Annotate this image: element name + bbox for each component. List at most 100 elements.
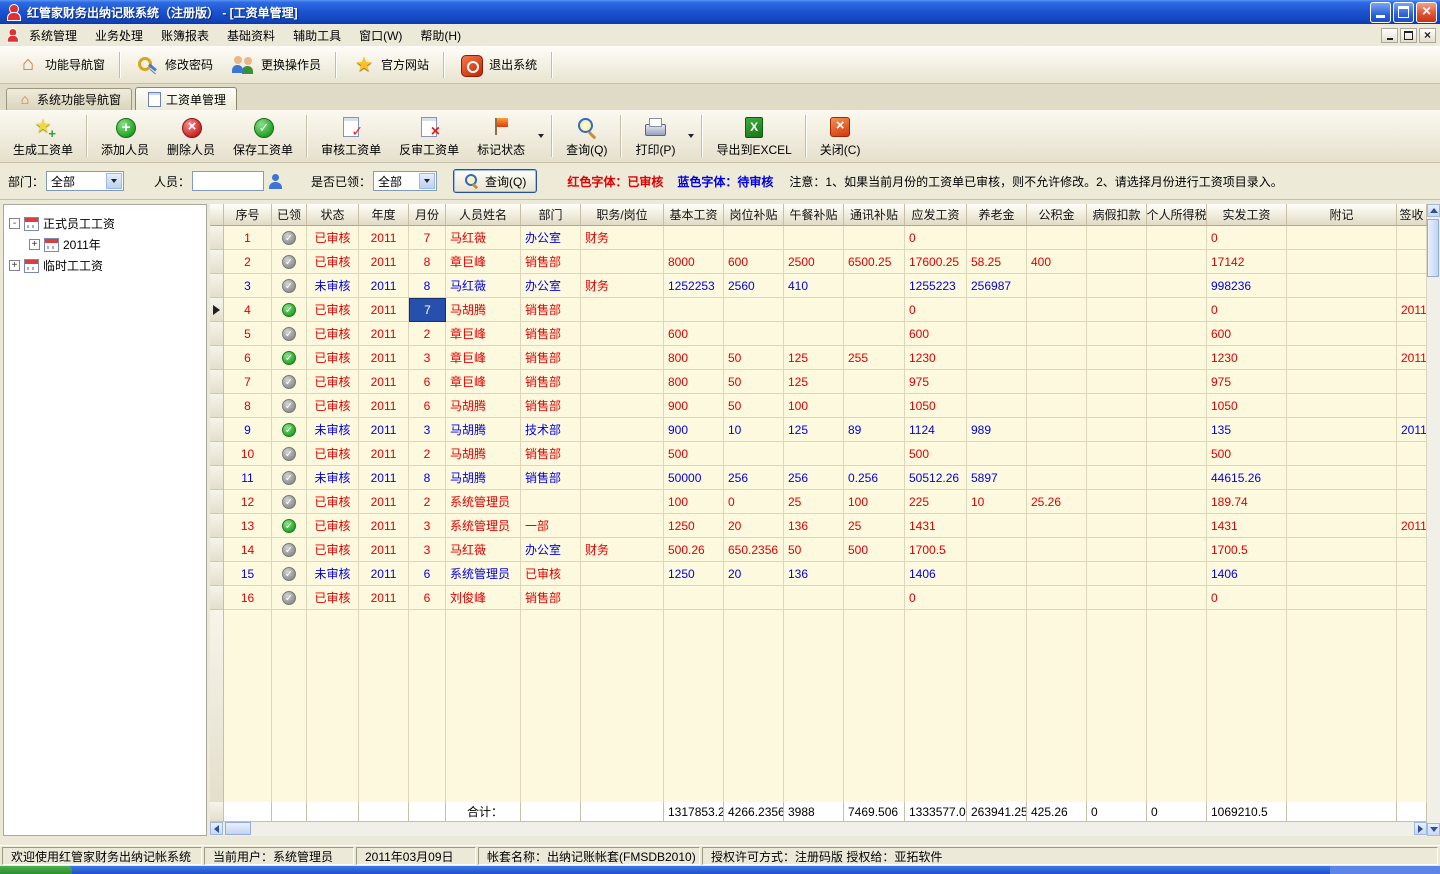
cell-no[interactable]: 13 [224, 514, 272, 538]
cell-job[interactable] [581, 586, 664, 610]
toolbar-button[interactable]: 审核工资单 [312, 113, 390, 160]
cell-pension[interactable] [967, 394, 1027, 418]
cell-net[interactable]: 1700.5 [1207, 538, 1287, 562]
cell-dept[interactable]: 销售部 [521, 586, 581, 610]
cell-received[interactable]: ✓ [272, 442, 307, 466]
dept-select[interactable]: 全部 [46, 171, 124, 191]
toolbar-button[interactable]: 删除人员 [158, 113, 224, 160]
cell-dept[interactable]: 技术部 [521, 418, 581, 442]
cell-comm[interactable] [844, 274, 905, 298]
column-header-fund[interactable]: 公积金 [1027, 204, 1087, 226]
cell-dept[interactable]: 销售部 [521, 442, 581, 466]
cell-sick[interactable] [1087, 586, 1147, 610]
column-header-comm[interactable]: 通讯补贴 [844, 204, 905, 226]
cell-lunch[interactable]: 125 [784, 370, 844, 394]
cell-lunch[interactable]: 125 [784, 418, 844, 442]
cell-tax[interactable] [1147, 274, 1207, 298]
column-header-net[interactable]: 实发工资 [1207, 204, 1287, 226]
table-row[interactable]: 6✓已审核20113章巨峰销售部80050125255123012302011 [210, 346, 1427, 370]
cell-tax[interactable] [1147, 322, 1207, 346]
cell-name[interactable]: 系统管理员 [446, 490, 521, 514]
cell-sign[interactable] [1397, 274, 1427, 298]
cell-no[interactable]: 14 [224, 538, 272, 562]
cell-gross[interactable]: 975 [905, 370, 967, 394]
cell-name[interactable]: 马红薇 [446, 226, 521, 250]
cell-tax[interactable] [1147, 346, 1207, 370]
cell-gross[interactable]: 1431 [905, 514, 967, 538]
column-header-received[interactable]: 已领 [272, 204, 307, 226]
cell-sick[interactable] [1087, 346, 1147, 370]
toolbar-button[interactable]: 退出系统 [450, 50, 546, 80]
cell-dept[interactable]: 销售部 [521, 466, 581, 490]
cell-base[interactable] [664, 298, 724, 322]
cell-year[interactable]: 2011 [359, 538, 409, 562]
cell-name[interactable]: 马红薇 [446, 274, 521, 298]
cell-gross[interactable]: 1050 [905, 394, 967, 418]
cell-year[interactable]: 2011 [359, 226, 409, 250]
cell-status[interactable]: 已审核 [307, 586, 359, 610]
cell-received[interactable]: ✓ [272, 394, 307, 418]
cell-base[interactable]: 1252253 [664, 274, 724, 298]
column-header-note[interactable]: 附记 [1287, 204, 1397, 226]
cell-tax[interactable] [1147, 370, 1207, 394]
query-button[interactable]: 查询(Q) [453, 169, 537, 193]
cell-name[interactable]: 系统管理员 [446, 514, 521, 538]
cell-post[interactable]: 50 [724, 346, 784, 370]
cell-base[interactable]: 900 [664, 394, 724, 418]
menu-item[interactable]: 辅助工具 [284, 24, 350, 47]
cell-fund[interactable] [1027, 562, 1087, 586]
cell-net[interactable]: 500 [1207, 442, 1287, 466]
table-row[interactable]: 14✓已审核20113马红薇办公室财务500.26650.23565050017… [210, 538, 1427, 562]
cell-dept[interactable]: 销售部 [521, 298, 581, 322]
cell-net[interactable]: 0 [1207, 586, 1287, 610]
table-row[interactable]: 5✓已审核20112章巨峰销售部600600600 [210, 322, 1427, 346]
cell-tax[interactable] [1147, 442, 1207, 466]
cell-net[interactable]: 1050 [1207, 394, 1287, 418]
cell-status[interactable]: 已审核 [307, 538, 359, 562]
scroll-right-arrow[interactable] [1414, 822, 1427, 835]
cell-name[interactable]: 马胡腾 [446, 298, 521, 322]
menu-item[interactable]: 账簿报表 [152, 24, 218, 47]
cell-note[interactable] [1287, 346, 1397, 370]
vertical-scrollbar[interactable] [1427, 204, 1440, 836]
cell-name[interactable]: 章巨峰 [446, 322, 521, 346]
cell-status[interactable]: 已审核 [307, 226, 359, 250]
cell-sign[interactable] [1397, 250, 1427, 274]
cell-comm[interactable]: 500 [844, 538, 905, 562]
column-header-base[interactable]: 基本工资 [664, 204, 724, 226]
menu-item[interactable]: 业务处理 [86, 24, 152, 47]
cell-sign[interactable] [1397, 562, 1427, 586]
cell-name[interactable]: 马胡腾 [446, 442, 521, 466]
column-header-post[interactable]: 岗位补贴 [724, 204, 784, 226]
cell-post[interactable]: 650.2356 [724, 538, 784, 562]
cell-job[interactable] [581, 346, 664, 370]
tab-inactive[interactable]: 系统功能导航窗 [6, 88, 132, 110]
cell-post[interactable]: 256 [724, 466, 784, 490]
cell-gross[interactable]: 1255223 [905, 274, 967, 298]
cell-year[interactable]: 2011 [359, 586, 409, 610]
menu-item[interactable]: 窗口(W) [350, 24, 411, 47]
cell-job[interactable] [581, 514, 664, 538]
cell-dept[interactable]: 销售部 [521, 346, 581, 370]
cell-fund[interactable] [1027, 322, 1087, 346]
toolbar-button[interactable]: 关闭(C) [811, 113, 870, 160]
menu-item[interactable]: 基础资料 [218, 24, 284, 47]
cell-fund[interactable] [1027, 442, 1087, 466]
cell-tax[interactable] [1147, 418, 1207, 442]
cell-fund[interactable] [1027, 346, 1087, 370]
cell-sick[interactable] [1087, 226, 1147, 250]
cell-sign[interactable]: 2011 [1397, 418, 1427, 442]
column-header-sign[interactable]: 签收 [1397, 204, 1427, 226]
mdi-restore-button[interactable] [1400, 28, 1417, 43]
cell-gross[interactable]: 500 [905, 442, 967, 466]
cell-month[interactable]: 7 [409, 226, 446, 250]
cell-no[interactable]: 9 [224, 418, 272, 442]
cell-name[interactable]: 刘俊峰 [446, 586, 521, 610]
cell-fund[interactable] [1027, 370, 1087, 394]
cell-gross[interactable]: 1124 [905, 418, 967, 442]
cell-base[interactable]: 1250 [664, 562, 724, 586]
cell-received[interactable]: ✓ [272, 346, 307, 370]
cell-received[interactable]: ✓ [272, 250, 307, 274]
cell-sign[interactable] [1397, 226, 1427, 250]
toolbar-button[interactable]: 反审工资单 [390, 113, 468, 160]
